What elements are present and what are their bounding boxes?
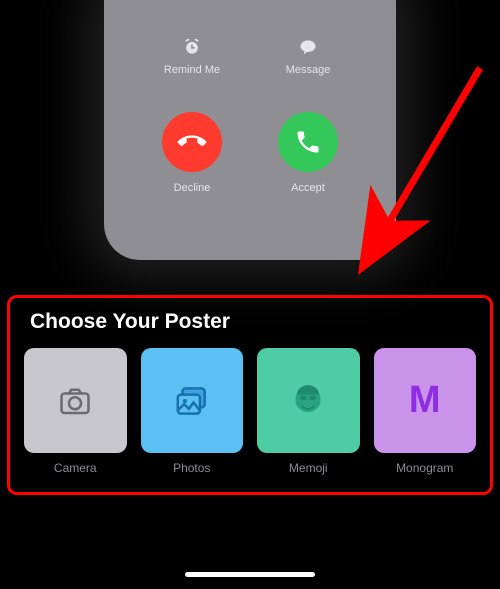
poster-label-monogram: Monogram <box>396 461 453 475</box>
remind-me-label: Remind Me <box>164 64 220 76</box>
alarm-icon <box>181 36 203 58</box>
phone-accept-icon <box>294 128 322 156</box>
poster-option-photos[interactable]: Photos <box>141 348 244 475</box>
accept-circle <box>278 112 338 172</box>
poster-label-memoji: Memoji <box>289 461 328 475</box>
photos-icon <box>173 382 211 420</box>
call-secondary-actions: Remind Me Message <box>104 36 396 76</box>
poster-label-photos: Photos <box>173 461 210 475</box>
camera-icon <box>57 383 93 419</box>
poster-card-monogram: M <box>374 348 477 453</box>
poster-card-camera <box>24 348 127 453</box>
decline-circle <box>162 112 222 172</box>
remind-me-action[interactable]: Remind Me <box>152 36 232 76</box>
accept-button[interactable]: Accept <box>268 112 348 194</box>
poster-card-photos <box>141 348 244 453</box>
message-action[interactable]: Message <box>268 36 348 76</box>
poster-label-camera: Camera <box>54 461 97 475</box>
poster-options-row: Camera Photos Memoji M Monogram <box>24 348 476 475</box>
poster-option-memoji[interactable]: Memoji <box>257 348 360 475</box>
message-icon <box>297 36 319 58</box>
poster-option-monogram[interactable]: M Monogram <box>374 348 477 475</box>
call-primary-actions: Decline Accept <box>104 112 396 194</box>
choose-poster-title: Choose Your Poster <box>30 310 476 334</box>
phone-frame: Remind Me Message Decline Accept <box>104 0 396 260</box>
decline-label: Decline <box>174 182 211 194</box>
home-indicator[interactable] <box>185 572 315 577</box>
poster-card-memoji <box>257 348 360 453</box>
accept-label: Accept <box>291 182 325 194</box>
message-label: Message <box>286 64 331 76</box>
memoji-icon <box>289 382 327 420</box>
choose-poster-panel: Choose Your Poster Camera Photos Memoji … <box>7 295 493 495</box>
decline-button[interactable]: Decline <box>152 112 232 194</box>
poster-option-camera[interactable]: Camera <box>24 348 127 475</box>
monogram-letter: M <box>409 379 441 422</box>
phone-decline-icon <box>172 122 212 162</box>
